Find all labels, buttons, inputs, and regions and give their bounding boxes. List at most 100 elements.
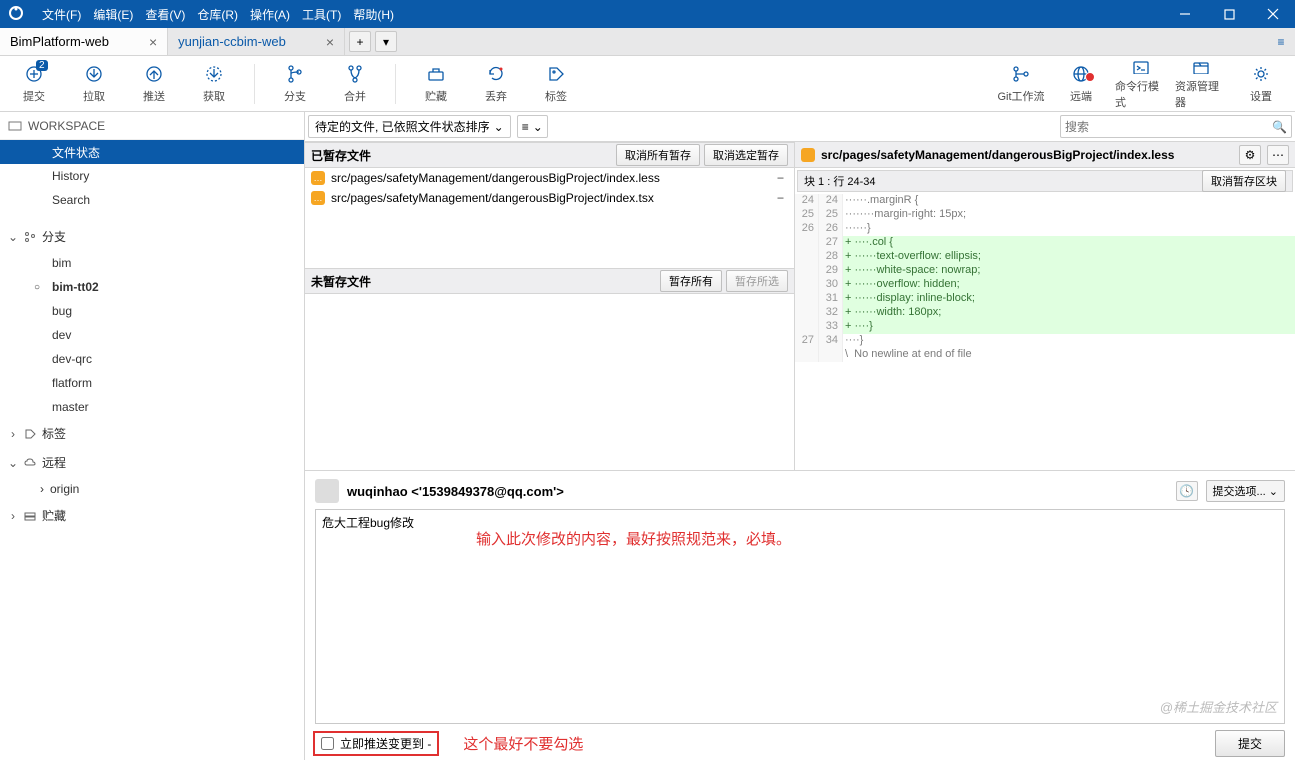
watermark: @稀土掘金技术社区 <box>1160 697 1277 716</box>
diff-more-button[interactable]: ⋯ <box>1267 145 1289 165</box>
tag-toolbutton[interactable]: 标签 <box>530 58 582 110</box>
search-input[interactable] <box>1065 120 1272 134</box>
stage-all-button[interactable]: 暂存所有 <box>660 270 722 292</box>
remote-toolbutton[interactable]: 远端 <box>1055 58 1107 110</box>
tab-label: BimPlatform-web <box>10 34 109 49</box>
commit-badge: 2 <box>36 60 48 71</box>
sidebar-branch-item[interactable]: bug <box>0 299 304 323</box>
sidebar-section-tags[interactable]: ›标签 <box>0 419 304 448</box>
sidebar-section-remote[interactable]: ⌄远程 <box>0 448 304 477</box>
unstaged-header: 未暂存文件暂存所有暂存所选 <box>305 268 794 294</box>
sidebar-branch-item[interactable]: flatform <box>0 371 304 395</box>
file-modified-icon: … <box>311 191 325 205</box>
tab-close-icon[interactable]: × <box>149 34 157 50</box>
branch-toolbutton[interactable]: 分支 <box>269 58 321 110</box>
sidebar-item-filestatus[interactable]: 文件状态 <box>0 140 304 164</box>
tab-label: yunjian-ccbim-web <box>178 34 286 49</box>
filter-row: 待定的文件, 已依照文件状态排序⌄ ≡ ⌄ 🔍 <box>305 112 1295 142</box>
commit-toolbutton[interactable]: 2提交 <box>8 58 60 110</box>
stage-selected-button[interactable]: 暂存所选 <box>726 270 788 292</box>
menu-tools[interactable]: 工具(T) <box>296 6 347 23</box>
commit-author: wuqinhao <'1539849378@qq.com'> <box>347 484 564 499</box>
commit-button[interactable]: 提交 <box>1215 730 1285 757</box>
tag-icon <box>24 428 36 440</box>
menu-file[interactable]: 文件(F) <box>36 6 87 23</box>
chevron-down-icon: ⌄ <box>533 120 543 134</box>
stash-toolbutton[interactable]: 贮藏 <box>410 58 462 110</box>
unstage-selected-button[interactable]: 取消选定暂存 <box>704 144 788 166</box>
maximize-button[interactable] <box>1207 0 1251 28</box>
diff-content[interactable]: 2424······.marginR {2525········margin-r… <box>795 194 1295 362</box>
menu-edit[interactable]: 编辑(E) <box>87 6 139 23</box>
repo-tabs: BimPlatform-web× yunjian-ccbim-web× + ▾ … <box>0 28 1295 56</box>
staged-file-row[interactable]: …src/pages/safetyManagement/dangerousBig… <box>305 168 794 188</box>
close-button[interactable] <box>1251 0 1295 28</box>
sidebar-section-stash[interactable]: ›贮藏 <box>0 501 304 530</box>
avatar <box>315 479 339 503</box>
menu-view[interactable]: 查看(V) <box>139 6 191 23</box>
toolbar: 2提交 拉取 推送 获取 分支 合并 贮藏 丢弃 标签 Git工作流 远端 命令… <box>0 56 1295 112</box>
diff-file-path: src/pages/safetyManagement/dangerousBigP… <box>821 148 1233 162</box>
tab-close-icon[interactable]: × <box>326 34 334 50</box>
sidebar-branch-item[interactable]: bim <box>0 251 304 275</box>
menu-repo[interactable]: 仓库(R) <box>191 6 244 23</box>
alert-dot-icon <box>1085 72 1095 82</box>
chevron-right-icon: › <box>8 509 18 523</box>
staged-file-row[interactable]: …src/pages/safetyManagement/dangerousBig… <box>305 188 794 208</box>
gitflow-toolbutton[interactable]: Git工作流 <box>995 58 1047 110</box>
chevron-down-icon: ⌄ <box>494 120 504 134</box>
new-tab-button[interactable]: + <box>349 31 371 52</box>
sidebar-branch-item[interactable]: dev-qrc <box>0 347 304 371</box>
explorer-toolbutton[interactable]: 资源管理器 <box>1175 58 1227 110</box>
sidebar-section-branches[interactable]: ⌄分支 <box>0 222 304 251</box>
minimize-button[interactable] <box>1163 0 1207 28</box>
menu-help[interactable]: 帮助(H) <box>347 6 400 23</box>
sidebar-item-search[interactable]: Search <box>0 188 304 212</box>
annotation-text: 这个最好不要勾选 <box>463 733 583 754</box>
branch-icon <box>24 231 36 243</box>
fetch-toolbutton[interactable]: 获取 <box>188 58 240 110</box>
terminal-toolbutton[interactable]: 命令行模式 <box>1115 58 1167 110</box>
merge-toolbutton[interactable]: 合并 <box>329 58 381 110</box>
tab-active[interactable]: BimPlatform-web × <box>0 28 168 55</box>
commit-options-button[interactable]: 提交选项... ⌄ <box>1206 480 1285 502</box>
diff-header: src/pages/safetyManagement/dangerousBigP… <box>795 142 1295 168</box>
monitor-icon <box>8 121 22 131</box>
unstage-file-button[interactable]: − <box>773 171 788 185</box>
unstage-hunk-button[interactable]: 取消暂存区块 <box>1202 170 1286 192</box>
push-toolbutton[interactable]: 推送 <box>128 58 180 110</box>
settings-toolbutton[interactable]: 设置 <box>1235 58 1287 110</box>
diff-settings-button[interactable]: ⚙ <box>1239 145 1261 165</box>
sidebar-remote-origin[interactable]: ›origin <box>0 477 304 501</box>
search-box[interactable]: 🔍 <box>1060 115 1292 138</box>
tab-dropdown-button[interactable]: ▾ <box>375 31 397 52</box>
file-modified-icon: … <box>311 171 325 185</box>
sidebar-branch-item[interactable]: bim-tt02 <box>0 275 304 299</box>
filter-dropdown[interactable]: 待定的文件, 已依照文件状态排序⌄ <box>308 115 511 138</box>
chevron-down-icon: ⌄ <box>8 230 18 244</box>
menu-action[interactable]: 操作(A) <box>244 6 296 23</box>
search-icon: 🔍 <box>1272 120 1287 134</box>
sidebar-workspace-header[interactable]: WORKSPACE <box>0 112 304 140</box>
sidebar-branch-item[interactable]: dev <box>0 323 304 347</box>
unstage-file-button[interactable]: − <box>773 191 788 205</box>
pull-toolbutton[interactable]: 拉取 <box>68 58 120 110</box>
stash-icon <box>24 510 36 522</box>
title-bar: 文件(F) 编辑(E) 查看(V) 仓库(R) 操作(A) 工具(T) 帮助(H… <box>0 0 1295 28</box>
hamburger-icon[interactable]: ≡ <box>1267 28 1295 55</box>
hunk-header: 块 1 : 行 24-34取消暂存区块 <box>797 170 1293 192</box>
discard-toolbutton[interactable]: 丢弃 <box>470 58 522 110</box>
cloud-icon <box>24 457 36 469</box>
sidebar-item-history[interactable]: History <box>0 164 304 188</box>
commit-message-input[interactable] <box>316 510 1284 723</box>
history-icon-button[interactable]: 🕓 <box>1176 481 1198 501</box>
chevron-down-icon: ⌄ <box>8 456 18 470</box>
view-mode-button[interactable]: ≡ ⌄ <box>517 115 548 138</box>
sidebar-branch-item[interactable]: master <box>0 395 304 419</box>
push-immediately-checkbox[interactable]: 立即推送变更到 - <box>313 731 439 756</box>
commit-area: wuqinhao <'1539849378@qq.com'> 🕓 提交选项...… <box>305 470 1295 760</box>
tab-inactive[interactable]: yunjian-ccbim-web × <box>168 28 345 55</box>
staged-header: 已暂存文件取消所有暂存取消选定暂存 <box>305 142 794 168</box>
unstage-all-button[interactable]: 取消所有暂存 <box>616 144 700 166</box>
sidebar: WORKSPACE 文件状态 History Search ⌄分支 bimbim… <box>0 112 305 760</box>
